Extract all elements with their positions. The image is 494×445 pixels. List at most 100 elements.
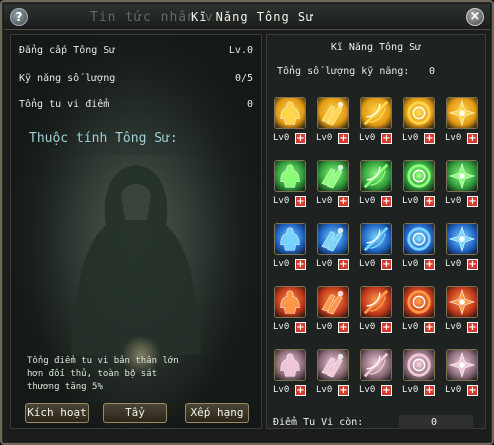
skill-slot[interactable]: Lv0 + [445,160,479,216]
skill-level: Lv0 [316,196,333,206]
skill-level: Lv0 [402,133,419,143]
add-point-icon[interactable]: + [338,259,349,270]
skill-level: Lv0 [359,385,376,395]
skill-slot[interactable]: Lv0 + [445,97,479,153]
claw-icon[interactable] [317,160,349,192]
skill-window: ? Tin tức nhân v Kĩ Năng Tông Sư × Đẳng … [0,0,494,445]
skill-slot[interactable]: Lv0 + [402,223,436,279]
skill-level: Lv0 [445,196,462,206]
add-point-icon[interactable]: + [467,322,478,333]
reset-button[interactable]: Tẩy [103,403,167,423]
remaining-points-label: Điểm Tu Vi còn: [273,417,364,428]
burst-icon[interactable] [446,97,478,129]
skill-level: Lv0 [402,259,419,269]
add-point-icon[interactable]: + [295,196,306,207]
figure-icon[interactable] [274,97,306,129]
add-point-icon[interactable]: + [424,385,435,396]
skill-slot[interactable]: Lv0 + [359,160,393,216]
add-point-icon[interactable]: + [338,196,349,207]
slash-icon[interactable] [360,286,392,318]
add-point-icon[interactable]: + [338,385,349,396]
add-point-icon[interactable]: + [338,133,349,144]
skill-slot[interactable]: Lv0 + [316,97,350,153]
figure-icon[interactable] [274,160,306,192]
slash-icon[interactable] [360,97,392,129]
claw-icon[interactable] [317,349,349,381]
burst-icon[interactable] [446,223,478,255]
ranking-button[interactable]: Xếp hạng [185,403,249,423]
skill-level: Lv0 [316,133,333,143]
add-point-icon[interactable]: + [424,259,435,270]
skill-level: Lv0 [445,133,462,143]
add-point-icon[interactable]: + [381,133,392,144]
add-point-icon[interactable]: + [295,322,306,333]
add-point-icon[interactable]: + [467,259,478,270]
claw-icon[interactable] [317,97,349,129]
skill-slot[interactable]: Lv0 + [445,349,479,405]
skill-slot[interactable]: Lv0 + [316,223,350,279]
stat-skill-count: Kỹ năng số lượng 0/5 [19,73,253,84]
burst-icon[interactable] [446,160,478,192]
figure-icon[interactable] [274,286,306,318]
skill-slot[interactable]: Lv0 + [273,286,307,342]
swirl-icon[interactable] [403,286,435,318]
skill-level: Lv0 [402,196,419,206]
skill-slot[interactable]: Lv0 + [316,286,350,342]
skill-slot[interactable]: Lv0 + [273,97,307,153]
figure-icon[interactable] [274,223,306,255]
skill-level: Lv0 [359,196,376,206]
skill-level: Lv0 [359,322,376,332]
skill-slot[interactable]: Lv0 + [316,349,350,405]
skill-slot[interactable]: Lv0 + [359,349,393,405]
add-point-icon[interactable]: + [295,259,306,270]
slash-icon[interactable] [360,349,392,381]
swirl-icon[interactable] [403,160,435,192]
skill-slot[interactable]: Lv0 + [316,160,350,216]
add-point-icon[interactable]: + [338,322,349,333]
attribute-description: Tổng điểm tu vi bản thân lớn hơn đối thủ… [27,356,179,392]
stat-master-level: Đẳng cấp Tông Sư Lv.0 [19,45,253,56]
slash-icon[interactable] [360,160,392,192]
add-point-icon[interactable]: + [381,259,392,270]
swirl-icon[interactable] [403,349,435,381]
burst-icon[interactable] [446,349,478,381]
add-point-icon[interactable]: + [381,385,392,396]
add-point-icon[interactable]: + [424,133,435,144]
add-point-icon[interactable]: + [424,196,435,207]
add-point-icon[interactable]: + [295,385,306,396]
skill-level: Lv0 [273,385,290,395]
skill-slot[interactable]: Lv0 + [445,286,479,342]
swirl-icon[interactable] [403,223,435,255]
claw-icon[interactable] [317,223,349,255]
add-point-icon[interactable]: + [381,196,392,207]
add-point-icon[interactable]: + [424,322,435,333]
skill-slot[interactable]: Lv0 + [445,223,479,279]
skill-slot[interactable]: Lv0 + [273,349,307,405]
skill-slot[interactable]: Lv0 + [402,349,436,405]
add-point-icon[interactable]: + [295,133,306,144]
skill-slot[interactable]: Lv0 + [359,286,393,342]
skill-panel-title: Kĩ Năng Tông Sư [330,42,422,53]
skill-slot[interactable]: Lv0 + [402,97,436,153]
help-icon[interactable]: ? [10,8,28,26]
claw-icon[interactable] [317,286,349,318]
activate-button[interactable]: Kích hoạt [25,403,89,423]
skill-slot[interactable]: Lv0 + [402,286,436,342]
burst-icon[interactable] [446,286,478,318]
add-point-icon[interactable]: + [467,196,478,207]
swirl-icon[interactable] [403,97,435,129]
add-point-icon[interactable]: + [381,322,392,333]
add-point-icon[interactable]: + [467,133,478,144]
figure-icon[interactable] [274,349,306,381]
skill-level: Lv0 [273,133,290,143]
skill-slot[interactable]: Lv0 + [359,97,393,153]
close-icon[interactable]: × [466,8,484,26]
skill-slot[interactable]: Lv0 + [273,223,307,279]
slash-icon[interactable] [360,223,392,255]
add-point-icon[interactable]: + [467,385,478,396]
skill-tree-panel: Kĩ Năng Tông Sư Tổng số lượng kỹ năng: 0 … [266,34,486,429]
skill-slot[interactable]: Lv0 + [359,223,393,279]
skill-slot[interactable]: Lv0 + [273,160,307,216]
skill-level: Lv0 [316,385,333,395]
skill-slot[interactable]: Lv0 + [402,160,436,216]
